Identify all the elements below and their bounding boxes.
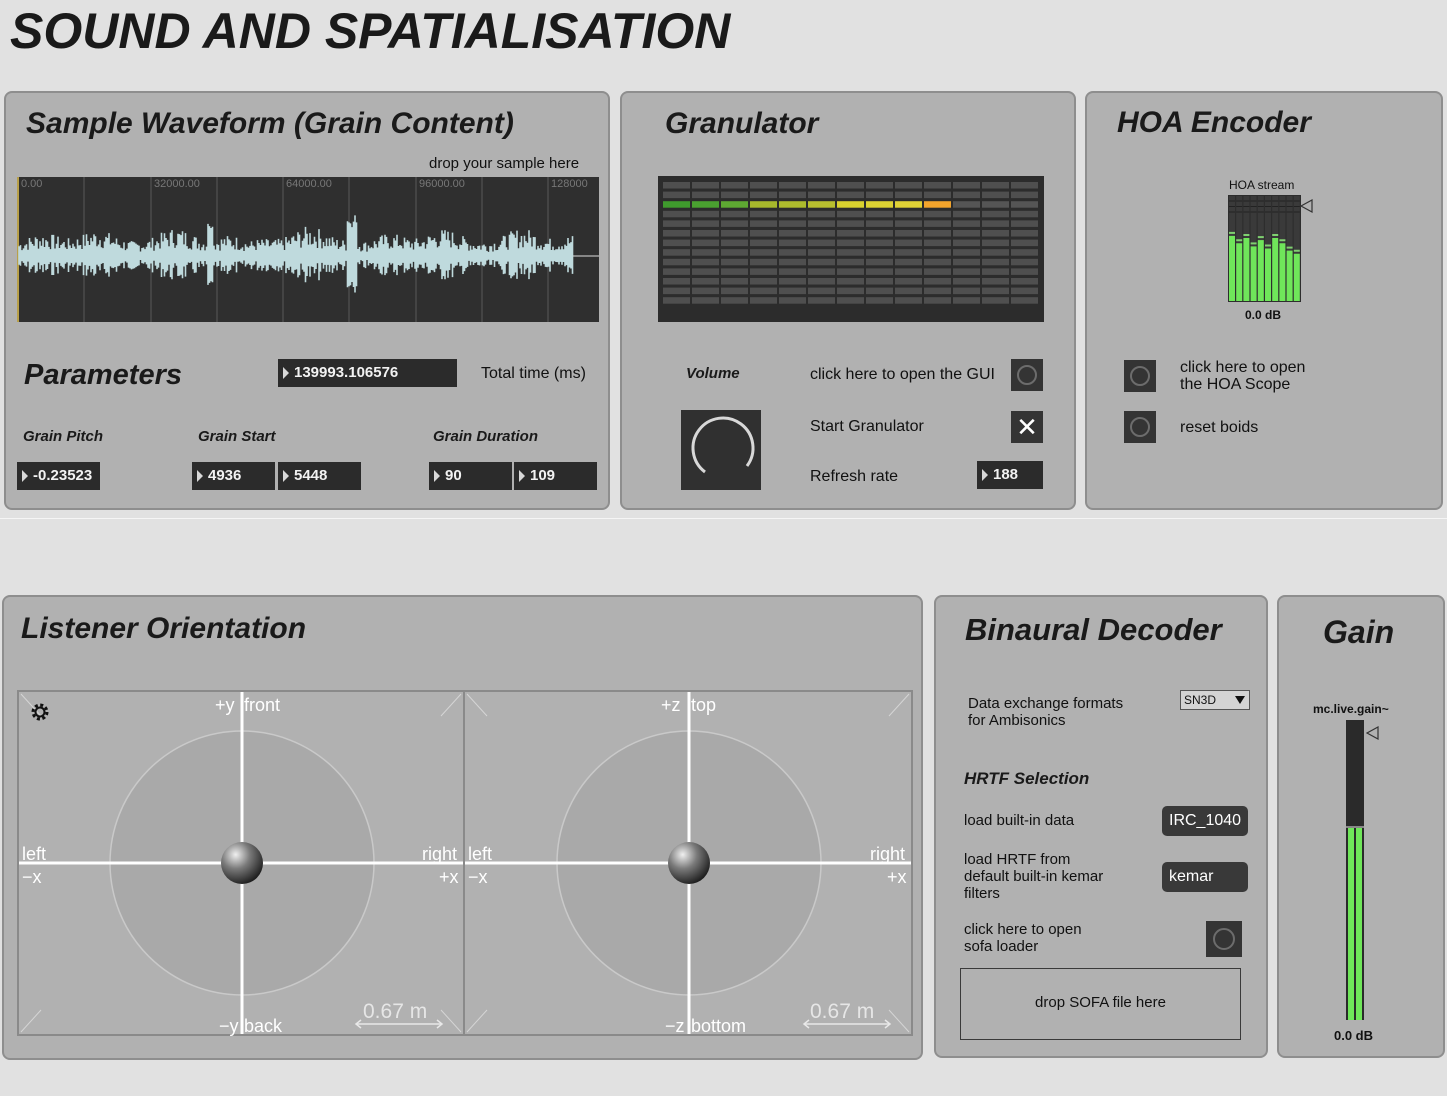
sofa-loader-label: click here to open sofa loader [964,921,1082,955]
section-divider [0,518,1447,519]
side-view-left-word: left [468,844,493,864]
hoa-scope-label: click here to open the HOA Scope [1180,359,1306,393]
total-time-number[interactable]: 139993.106576 [278,359,457,387]
gain-arrow-icon[interactable] [1366,726,1380,740]
checkmark-x-icon: ✕ [1016,412,1038,442]
reset-boids-label: reset boids [1180,419,1259,436]
hoa-stream-meter [1228,195,1301,302]
drop-sample-hint: drop your sample here [429,155,580,172]
gain-meter-fill-right [1356,828,1362,1020]
gear-icon[interactable] [29,701,51,723]
format-dropdown[interactable]: SN3D [1180,690,1250,710]
listener-orientation-panel: Listener Orientation +y front −y back le… [2,595,923,1060]
hoa-encoder-panel: HOA Encoder HOA stream 0.0 dB click here… [1085,91,1443,510]
side-view-canvas [465,692,911,1034]
kemar-button[interactable]: kemar [1162,862,1248,892]
volume-label: Volume [686,365,740,382]
sofa-drop-zone[interactable]: drop SOFA file here [960,968,1241,1040]
refresh-rate-number[interactable]: 188 [977,461,1043,489]
gain-title: Gain [1323,614,1395,650]
granulator-panel: Granulator Volume click here to open the… [620,91,1076,510]
grain-duration-label: Grain Duration [433,428,539,445]
gain-object-label: mc.live.gain~ [1313,702,1389,716]
chevron-down-icon [1235,696,1245,704]
hoa-scope-toggle[interactable] [1124,360,1156,392]
grain-duration-max-number[interactable]: 109 [514,462,597,490]
grain-start-max-number[interactable]: 5448 [278,462,361,490]
page-title: SOUND AND SPATIALISATION [10,3,731,59]
button-ring-icon [1130,366,1150,386]
granulator-meter [658,176,1044,322]
top-view-left-axis: −x [22,867,42,887]
open-gui-toggle[interactable] [1011,359,1043,391]
hoa-encoder-title: HOA Encoder [1117,106,1311,139]
gain-zero-marker [1346,826,1364,828]
refresh-rate-label: Refresh rate [810,468,899,485]
top-view-left-word: left [22,844,47,864]
binaural-decoder-panel: Binaural Decoder Data exchange formats f… [934,595,1268,1058]
dial-icon [691,416,755,474]
gain-arrow-icon[interactable] [1300,199,1314,213]
side-view-top-word: top [691,695,717,715]
waveform-panel: Sample Waveform (Grain Content) drop you… [4,91,610,510]
waveform-display[interactable]: 0.00 32000.00 64000.00 96000.00 128000 [17,177,599,322]
grain-pitch-number[interactable]: -0.23523 [17,462,100,490]
listener-top-view[interactable]: +y front −y back left −x right +x 0.67 m [17,690,465,1036]
grain-duration-min-number[interactable]: 90 [429,462,512,490]
hoa-gain-value: 0.0 dB [1245,308,1282,322]
top-view-canvas [19,692,463,1034]
listener-orientation-title: Listener Orientation [21,612,307,645]
granulator-meter-grid [663,182,1038,304]
format-dropdown-value: SN3D [1184,693,1217,707]
side-view-scale-label: 0.67 m [810,1000,875,1023]
grain-start-min-number[interactable]: 4936 [192,462,275,490]
button-ring-icon [1213,928,1235,950]
top-view-top-axis: +y [215,695,235,715]
waveform-trace [18,215,599,293]
top-view-scale-label: 0.67 m [363,1000,428,1023]
sofa-drop-label: drop SOFA file here [1035,994,1166,1011]
gain-db-value: 0.0 dB [1334,1028,1374,1043]
top-view-right-word: right [422,844,458,864]
volume-dial[interactable] [681,410,761,490]
side-view-right-word: right [870,844,906,864]
listener-side-view[interactable]: +z top −z bottom left −x right +x 0.67 m [463,690,913,1036]
builtin-data-button[interactable]: IRC_1040 [1162,806,1248,836]
side-view-bottom-word: bottom [691,1016,747,1036]
binaural-decoder-title: Binaural Decoder [965,612,1222,647]
side-view-left-axis: −x [468,867,488,887]
side-view-top-axis: +z [661,695,681,715]
grain-start-label: Grain Start [198,428,276,445]
parameters-heading: Parameters [24,359,182,391]
format-label: Data exchange formats for Ambisonics [968,695,1124,729]
sofa-loader-toggle[interactable] [1206,921,1242,957]
hoa-stream-label: HOA stream [1229,178,1295,192]
start-granulator-toggle[interactable]: ✕ [1011,411,1043,443]
gain-meter[interactable] [1346,720,1364,1020]
side-view-right-axis: +x [887,867,907,887]
gain-meter-fill-left [1348,828,1354,1020]
kemar-label: load HRTF from default built-in kemar fi… [964,851,1104,902]
grain-pitch-label: Grain Pitch [23,428,104,445]
reset-boids-toggle[interactable] [1124,411,1156,443]
hoa-meter-bars [1229,196,1300,301]
gain-panel: Gain mc.live.gain~ 0.0 dB [1277,595,1445,1058]
button-ring-icon [1130,417,1150,437]
top-view-bottom-axis: −y [219,1016,239,1036]
waveform-panel-title: Sample Waveform (Grain Content) [26,107,514,140]
button-ring-icon [1017,365,1037,385]
top-view-right-axis: +x [439,867,459,887]
top-view-bottom-word: back [244,1016,283,1036]
start-granulator-label: Start Granulator [810,418,924,435]
builtin-data-label: load built-in data [964,812,1075,829]
granulator-title: Granulator [665,107,819,140]
top-view-top-word: front [244,695,281,715]
open-gui-label: click here to open the GUI [810,366,995,383]
total-time-label: Total time (ms) [481,365,586,382]
hrtf-selection-heading: HRTF Selection [964,769,1090,788]
side-view-bottom-axis: −z [665,1016,685,1036]
